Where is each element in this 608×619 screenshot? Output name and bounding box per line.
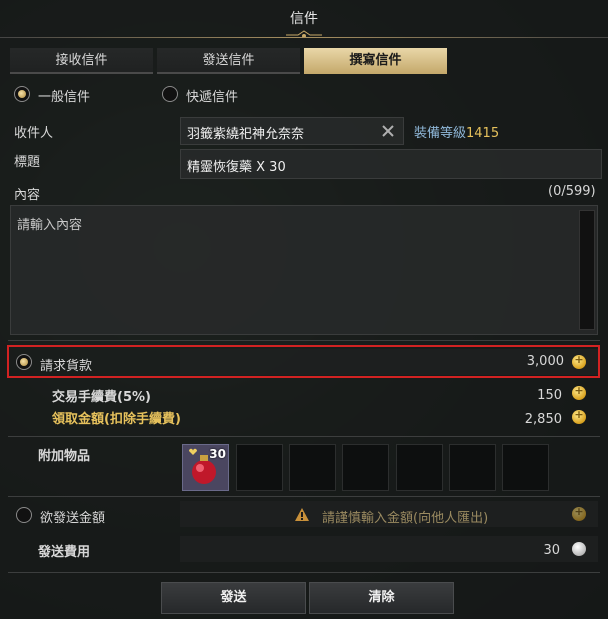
content-scrollbar[interactable] — [579, 210, 595, 330]
receive-amount: 2,850 — [524, 412, 562, 427]
mail-window: 信件 接收信件 發送信件 撰寫信件 一般信件 快遞信件 收件人 羽籤紫繞祀神允奈… — [0, 0, 608, 619]
send-gold-label: 欲發送金額 — [40, 511, 106, 526]
attachment-slot-7[interactable] — [502, 444, 549, 491]
window-title: 信件 — [290, 11, 318, 27]
content-counter: (0/599) — [548, 184, 596, 199]
attachment-slot-2[interactable] — [236, 444, 283, 491]
clear-button[interactable]: 清除 — [309, 582, 454, 614]
warning-icon — [295, 508, 309, 521]
tab-inbox[interactable]: 接收信件 — [10, 48, 153, 74]
clear-recipient-icon[interactable] — [381, 124, 395, 138]
tab-sent[interactable]: 發送信件 — [157, 48, 300, 74]
divider-2 — [8, 436, 600, 437]
receive-label: 領取金額(扣除手續費) — [52, 412, 181, 427]
gold-coin-icon — [572, 384, 586, 400]
shipping-fee-field: 30 — [180, 536, 598, 562]
title-ornament-icon — [286, 30, 322, 38]
fee-label: 交易手續費(5%) — [52, 390, 151, 405]
radio-express-mail[interactable] — [162, 86, 178, 102]
content-placeholder: 請輸入內容 — [17, 218, 83, 233]
gear-level-label: 裝備等級1415 — [414, 122, 499, 141]
title-divider — [0, 37, 608, 38]
tab-compose[interactable]: 撰寫信件 — [304, 48, 447, 74]
divider-3 — [8, 496, 600, 497]
divider-1 — [8, 340, 600, 341]
send-gold-warning: 請謹慎輸入金額(向他人匯出) — [322, 511, 489, 526]
radio-normal-mail[interactable] — [14, 86, 30, 102]
attachment-slot-5[interactable] — [396, 444, 443, 491]
title-bar: 信件 — [0, 0, 608, 38]
content-textarea[interactable]: 請輸入內容 — [10, 205, 598, 335]
divider-4 — [8, 572, 600, 573]
shipping-amount: 30 — [543, 543, 560, 558]
attachments-label: 附加物品 — [38, 449, 91, 464]
gold-coin-icon — [572, 408, 586, 424]
recipient-value: 羽籤紫繞祀神允奈奈 — [187, 127, 305, 142]
gear-level-value: 1415 — [466, 126, 500, 141]
radio-normal-mail-label: 一般信件 — [38, 90, 91, 105]
send-gold-input[interactable]: 請謹慎輸入金額(向他人匯出) — [180, 501, 598, 527]
radio-express-mail-label: 快遞信件 — [186, 90, 239, 105]
subject-input[interactable]: 精靈恢復藥 X 30 — [180, 149, 602, 179]
attachment-slot-6[interactable] — [449, 444, 496, 491]
subject-value: 精靈恢復藥 X 30 — [187, 160, 286, 175]
attachment-slot-4[interactable] — [342, 444, 389, 491]
gold-coin-icon — [572, 505, 586, 521]
attachment-slot-1[interactable]: 30 — [182, 444, 229, 491]
content-label: 內容 — [14, 188, 41, 203]
recipient-label: 收件人 — [14, 126, 54, 141]
recipient-input[interactable]: 羽籤紫繞祀神允奈奈 — [180, 117, 404, 145]
shipping-label: 發送費用 — [38, 545, 91, 560]
tab-bar: 接收信件 發送信件 撰寫信件 — [10, 48, 602, 74]
subject-label: 標題 — [14, 155, 41, 170]
silver-coin-icon — [572, 542, 586, 556]
send-button[interactable]: 發送 — [161, 582, 306, 614]
fee-amount: 150 — [537, 388, 562, 403]
gear-level-text: 裝備等級 — [414, 126, 467, 141]
radio-send-gold[interactable] — [16, 507, 32, 523]
payment-request-highlight — [7, 345, 600, 378]
attachment-slot-3[interactable] — [289, 444, 336, 491]
attachment-count: 30 — [209, 447, 226, 461]
